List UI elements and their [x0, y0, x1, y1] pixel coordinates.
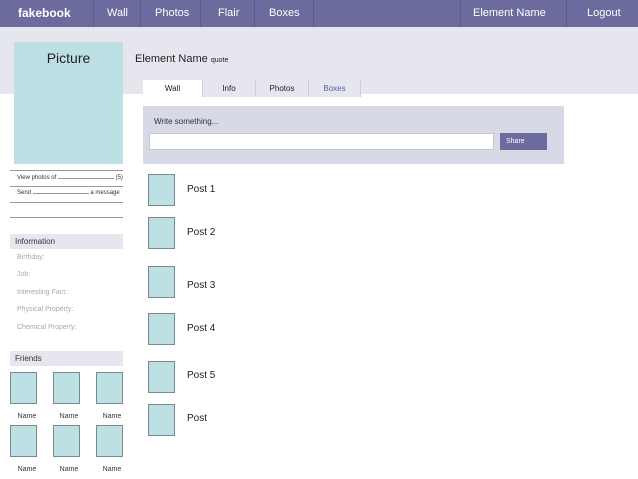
- send-message-link[interactable]: Send a message: [17, 190, 120, 196]
- composer-label: Write something...: [154, 117, 219, 126]
- info-chemical-property: Chemical Property:: [17, 324, 77, 331]
- divider: [10, 217, 123, 218]
- friend-thumbnail[interactable]: [53, 372, 80, 404]
- info-interesting-fact: Interesting Fact:: [17, 289, 68, 296]
- nav-separator: [93, 0, 94, 27]
- information-heading: Information: [10, 234, 123, 249]
- post-author-thumbnail[interactable]: [148, 217, 175, 249]
- wall-post-input[interactable]: [149, 133, 494, 150]
- nav-separator: [566, 0, 567, 27]
- profile-name-heading: Element Name quote: [135, 53, 228, 65]
- send-prefix: Send: [17, 190, 32, 196]
- name-blank: [57, 175, 114, 179]
- friend-name[interactable]: Name: [97, 413, 127, 420]
- nav-separator: [254, 0, 255, 27]
- nav-flair-link[interactable]: Flair: [218, 0, 239, 27]
- nav-separator: [200, 0, 201, 27]
- nav-separator: [140, 0, 141, 27]
- tab-photos[interactable]: Photos: [256, 80, 309, 97]
- friend-thumbnail[interactable]: [10, 425, 37, 457]
- post-author-thumbnail[interactable]: [148, 266, 175, 298]
- nav-separator: [313, 0, 314, 27]
- post-text: Post 5: [187, 370, 216, 381]
- profile-quote: quote: [210, 57, 229, 64]
- logout-link[interactable]: Logout: [587, 0, 621, 27]
- post-text: Post 1: [187, 184, 216, 195]
- nav-photos-link[interactable]: Photos: [155, 0, 189, 27]
- info-birthday: Birthday:: [17, 254, 45, 261]
- nav-separator: [460, 0, 461, 27]
- divider: [10, 202, 123, 203]
- friend-thumbnail[interactable]: [53, 425, 80, 457]
- wall-composer: Write something... Share: [143, 106, 564, 164]
- tab-boxes[interactable]: Boxes: [309, 80, 361, 97]
- post-text: Post 2: [187, 227, 216, 238]
- friend-thumbnail[interactable]: [10, 372, 37, 404]
- info-job: Job:: [17, 271, 31, 278]
- post-author-thumbnail[interactable]: [148, 361, 175, 393]
- logo-link[interactable]: fakebook: [18, 0, 71, 27]
- share-button[interactable]: Share: [500, 133, 547, 150]
- tab-wall[interactable]: Wall: [143, 80, 203, 97]
- name-blank: [32, 190, 89, 194]
- profile-name: Element Name: [135, 53, 208, 65]
- friend-name[interactable]: Name: [12, 413, 42, 420]
- friend-name[interactable]: Name: [54, 466, 84, 473]
- nav-boxes-link[interactable]: Boxes: [269, 0, 300, 27]
- post-text: Post 4: [187, 323, 216, 334]
- profile-picture-label: Picture: [46, 50, 91, 66]
- tab-info[interactable]: Info: [203, 80, 256, 97]
- friend-thumbnail[interactable]: [96, 425, 123, 457]
- nav-profile-link[interactable]: Element Name: [473, 0, 546, 27]
- info-physical-property: Physical Property:: [17, 306, 74, 313]
- profile-tabs: Wall Info Photos Boxes: [143, 80, 361, 97]
- friend-thumbnail[interactable]: [96, 372, 123, 404]
- view-photos-prefix: View photos of: [17, 175, 57, 181]
- friend-name[interactable]: Name: [97, 466, 127, 473]
- top-nav-bar: fakebook Wall Photos Flair Boxes Element…: [0, 0, 638, 27]
- friend-name[interactable]: Name: [12, 466, 42, 473]
- divider: [10, 170, 123, 171]
- post-text: Post: [187, 413, 208, 424]
- send-suffix: a message: [90, 190, 120, 196]
- friend-name[interactable]: Name: [54, 413, 84, 420]
- view-photos-count: (5): [115, 175, 123, 181]
- post-author-thumbnail[interactable]: [148, 313, 175, 345]
- view-photos-link[interactable]: View photos of (5): [17, 175, 123, 181]
- nav-wall-link[interactable]: Wall: [107, 0, 128, 27]
- post-text: Post 3: [187, 280, 216, 291]
- friends-heading: Friends: [10, 351, 123, 366]
- post-author-thumbnail[interactable]: [148, 404, 175, 436]
- divider: [10, 186, 123, 187]
- post-author-thumbnail[interactable]: [148, 174, 175, 206]
- profile-picture[interactable]: Picture: [14, 42, 123, 164]
